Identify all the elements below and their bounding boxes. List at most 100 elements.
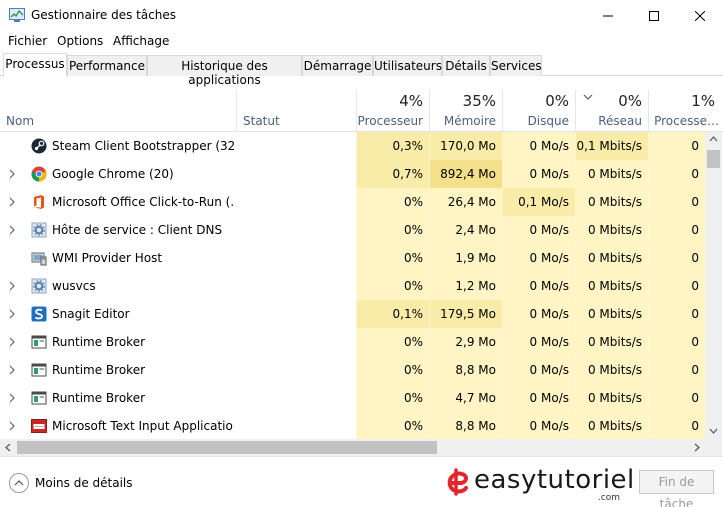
menu-affichage[interactable]: Affichage — [113, 34, 169, 48]
maximize-icon — [649, 10, 659, 21]
expand-chevron-icon[interactable] — [9, 169, 15, 179]
expand-chevron-icon[interactable] — [9, 365, 15, 375]
cell-cpu: 0,7% — [356, 160, 429, 188]
table-row[interactable]: Runtime Broker 0% 4,7 Mo 0 Mo/s 0 Mbits/s 0 — [0, 384, 705, 412]
window-icon — [31, 391, 47, 405]
cell-disk: 0 Mo/s — [502, 244, 575, 272]
column-header-gpu[interactable]: 1% Processe… — [648, 90, 723, 132]
expand-chevron-icon[interactable] — [9, 309, 15, 319]
minimize-icon — [603, 15, 613, 16]
process-name: Microsoft Office Click-to-Run (… — [52, 195, 234, 209]
cell-net: 0 Mbits/s — [575, 160, 648, 188]
menu-options[interactable]: Options — [57, 34, 103, 48]
column-header-memory[interactable]: 35% Mémoire — [429, 90, 502, 132]
menu-fichier[interactable]: Fichier — [8, 34, 47, 48]
cell-net: 0 Mbits/s — [575, 188, 648, 216]
tab-strip: Processus Performance Historique des app… — [0, 53, 723, 87]
cell-cpu: 0% — [356, 384, 429, 412]
process-name: Runtime Broker — [52, 335, 146, 349]
scroll-left-icon[interactable] — [5, 443, 11, 452]
footer-bar: Moins de détails easytutoriel .com Fin d… — [0, 456, 723, 507]
cell-cpu: 0% — [356, 272, 429, 300]
vertical-scrollbar[interactable] — [705, 132, 722, 439]
table-row[interactable]: Runtime Broker 0% 8,8 Mo 0 Mo/s 0 Mbits/s 0 — [0, 356, 705, 384]
process-name: Snagit Editor — [52, 307, 130, 321]
logo-brand: easytutoriel — [474, 465, 635, 495]
maximize-button[interactable] — [631, 0, 677, 31]
cell-disk: 0 Mo/s — [502, 384, 575, 412]
tab-services[interactable]: Services — [490, 55, 542, 76]
cell-gpu: 0 — [648, 160, 705, 188]
table-row[interactable]: Google Chrome (20) 0,7% 892,4 Mo 0 Mo/s 0 Mb… — [0, 160, 705, 188]
tab-historique[interactable]: Historique des applications — [147, 55, 302, 87]
chevron-up-icon — [14, 480, 24, 486]
sort-chevron-icon — [583, 94, 593, 100]
table-row[interactable]: Steam Client Bootstrapper (32 b… 0,3%170,… — [0, 132, 705, 160]
end-task-button[interactable]: Fin de tâche — [639, 470, 714, 507]
vertical-scroll-thumb[interactable] — [707, 150, 720, 168]
tab-processus[interactable]: Processus — [3, 53, 67, 77]
column-header-disk[interactable]: 0% Disque — [502, 90, 575, 132]
table-row[interactable]: Hôte de service : Client DNS 0% 2,4 Mo 0 Mo… — [0, 216, 705, 244]
process-name: WMI Provider Host — [52, 251, 163, 265]
horizontal-scrollbar[interactable] — [0, 439, 705, 456]
title-bar: Gestionnaire des tâches — [0, 0, 723, 31]
scroll-down-icon[interactable] — [709, 428, 718, 434]
cell-mem: 892,4 Mo — [429, 160, 502, 188]
cell-net: 0,1 Mbits/s — [575, 132, 648, 160]
cell-cpu: 0% — [356, 328, 429, 356]
horizontal-scroll-thumb[interactable] — [17, 441, 437, 454]
tab-details[interactable]: Détails — [442, 55, 490, 76]
easytutoriel-logo: easytutoriel .com — [444, 465, 634, 503]
cell-net: 0 Mbits/s — [575, 272, 648, 300]
cell-net: 0 Mbits/s — [575, 412, 648, 439]
table-row[interactable]: wusvcs 0% 1,2 Mo 0 Mo/s 0 Mbits/s 0 — [0, 272, 705, 300]
table-header: Nom Statut 4% Processeur 35% Mémoire 0% … — [0, 76, 723, 132]
process-name: Microsoft Text Input Application — [52, 419, 234, 433]
tab-performance[interactable]: Performance — [67, 55, 147, 76]
keyboard-icon — [31, 419, 47, 433]
close-button[interactable] — [677, 0, 723, 31]
cell-disk: 0 Mo/s — [502, 272, 575, 300]
minimize-button[interactable] — [585, 0, 631, 31]
tab-demarrage[interactable]: Démarrage — [302, 55, 373, 76]
cell-disk: 0 Mo/s — [502, 132, 575, 160]
column-header-name[interactable]: Nom — [0, 90, 236, 132]
expand-chevron-icon[interactable] — [9, 281, 15, 291]
cell-net: 0 Mbits/s — [575, 384, 648, 412]
cell-disk: 0 Mo/s — [502, 328, 575, 356]
cell-net: 0 Mbits/s — [575, 300, 648, 328]
scroll-up-icon[interactable] — [709, 136, 718, 142]
cell-mem: 4,7 Mo — [429, 384, 502, 412]
table-row[interactable]: Runtime Broker 0% 2,9 Mo 0 Mo/s 0 Mbits/s 0 — [0, 328, 705, 356]
cell-mem: 170,0 Mo — [429, 132, 502, 160]
table-row[interactable]: WMI Provider Host 0% 1,9 Mo 0 Mo/s 0 Mbits/s… — [0, 244, 705, 272]
column-header-status[interactable]: Statut — [236, 90, 356, 132]
column-header-network[interactable]: 0% Réseau — [575, 90, 648, 132]
cell-mem: 179,5 Mo — [429, 300, 502, 328]
table-row[interactable]: Microsoft Office Click-to-Run (… 0% 26,4 M… — [0, 188, 705, 216]
column-header-cpu[interactable]: 4% Processeur — [356, 90, 429, 132]
scroll-right-icon[interactable] — [694, 443, 700, 452]
table-row[interactable]: Snagit Editor 0,1% 179,5 Mo 0 Mo/s 0 Mbits/s… — [0, 300, 705, 328]
cell-net: 0 Mbits/s — [575, 216, 648, 244]
expand-chevron-icon[interactable] — [9, 225, 15, 235]
snagit-icon — [31, 306, 47, 322]
table-row[interactable]: Microsoft Text Input Application 0% 8,8 Mo… — [0, 412, 705, 439]
expand-chevron-icon[interactable] — [9, 197, 15, 207]
expand-chevron-icon[interactable] — [9, 393, 15, 403]
cell-disk: 0 Mo/s — [502, 412, 575, 439]
process-name: Google Chrome (20) — [52, 167, 174, 181]
cell-gpu: 0 — [648, 272, 705, 300]
cell-mem: 26,4 Mo — [429, 188, 502, 216]
tab-utilisateurs[interactable]: Utilisateurs — [373, 55, 442, 76]
steam-icon — [31, 138, 47, 154]
cell-cpu: 0,3% — [356, 132, 429, 160]
expand-chevron-icon[interactable] — [9, 337, 15, 347]
process-table: Nom Statut 4% Processeur 35% Mémoire 0% … — [0, 76, 723, 439]
cell-gpu: 0 — [648, 216, 705, 244]
less-details-label[interactable]: Moins de détails — [35, 476, 133, 490]
less-details-button[interactable] — [9, 473, 29, 493]
expand-chevron-icon[interactable] — [9, 421, 15, 431]
office-icon — [34, 195, 44, 209]
